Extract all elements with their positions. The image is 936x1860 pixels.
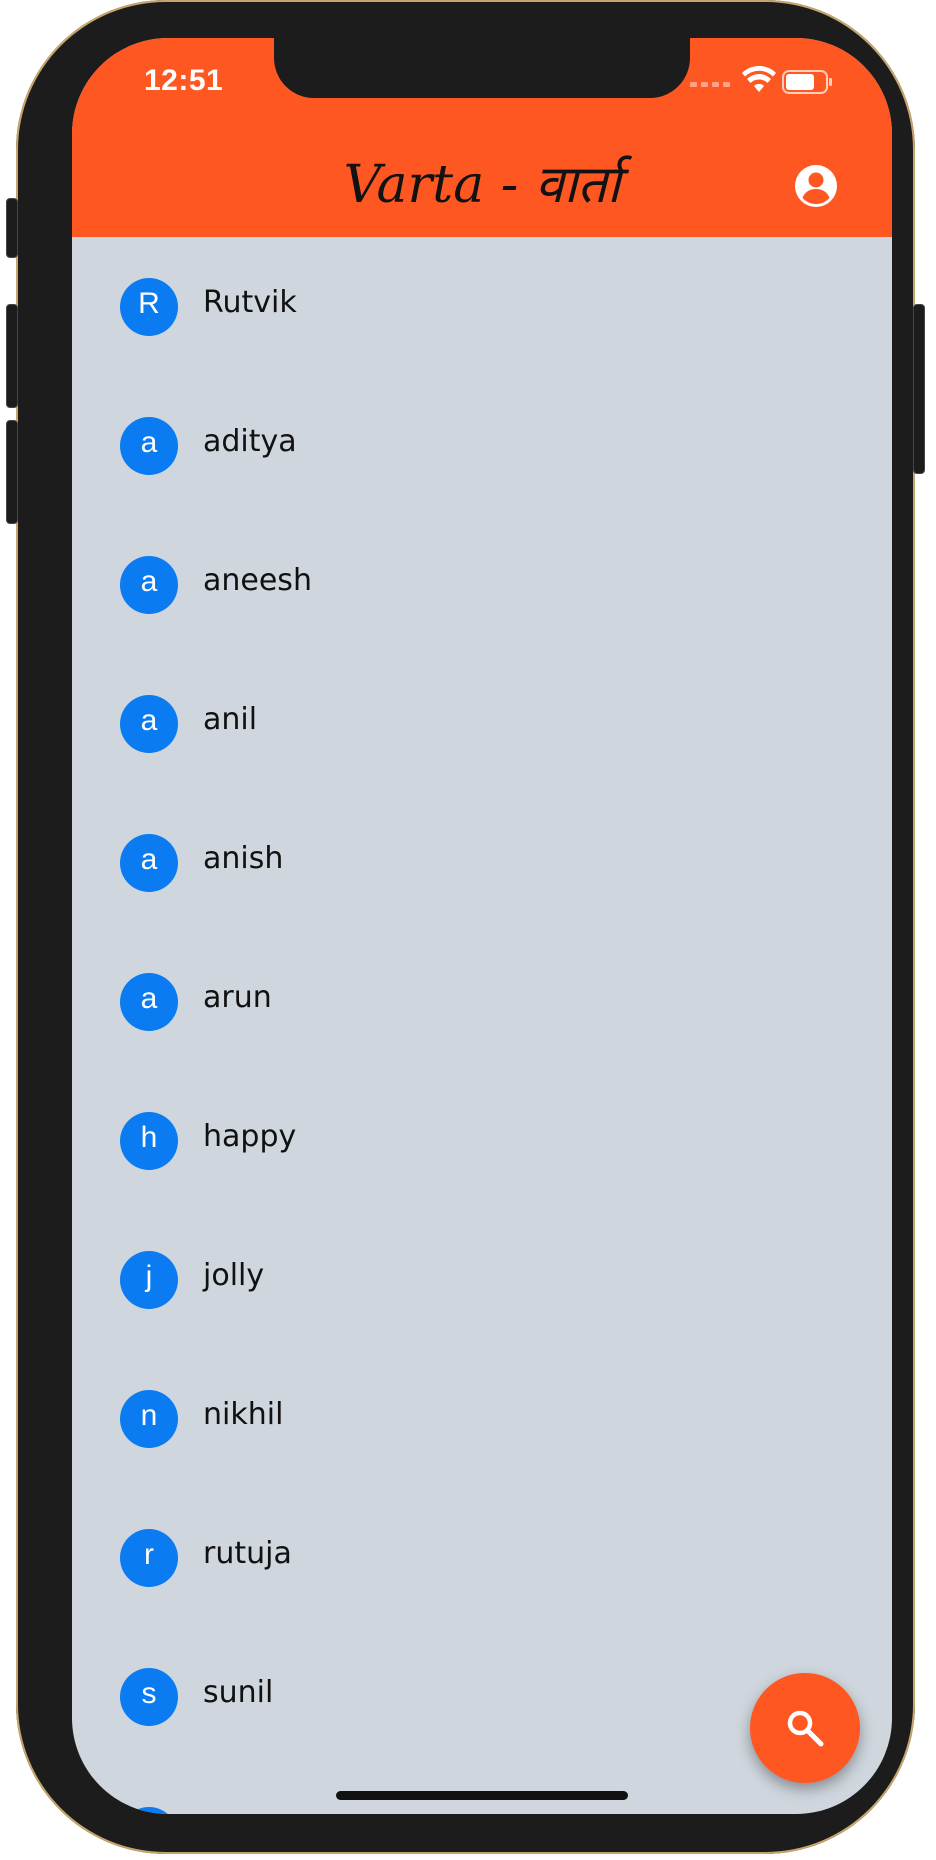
side-button-silent [6,198,18,258]
side-button-power [913,304,925,474]
avatar: R [120,278,178,336]
list-item-partial[interactable] [72,1766,892,1814]
contact-list: R Rutvik a aditya a aneesh a anil a anis… [72,237,892,1814]
avatar: r [120,1529,178,1587]
app-bar: 12:51 Varta - वार्ता [72,38,892,237]
app-title: Varta - वार्ता [343,155,621,215]
home-indicator[interactable] [336,1791,628,1800]
list-item[interactable]: a aneesh [72,515,892,654]
list-item[interactable]: R Rutvik [72,237,892,376]
account-circle-icon [795,165,837,207]
status-time: 12:51 [144,64,224,97]
contact-name: rutuja [203,1536,292,1571]
avatar: a [120,834,178,892]
list-item[interactable]: a arun [72,932,892,1071]
avatar [120,1807,178,1814]
contact-name: aneesh [203,563,312,598]
profile-button[interactable] [792,162,840,210]
wifi-icon [742,66,776,92]
avatar: a [120,417,178,475]
contact-name: sunil [203,1675,274,1710]
contact-name: nikhil [203,1397,284,1432]
avatar: a [120,695,178,753]
list-item[interactable]: n nikhil [72,1349,892,1488]
search-button[interactable] [750,1673,860,1783]
battery-icon [782,70,832,94]
side-button-volume-up [6,304,18,408]
contact-name: anil [203,702,258,737]
avatar: a [120,973,178,1031]
search-icon [787,1710,824,1747]
avatar: s [120,1668,178,1726]
avatar: j [120,1251,178,1309]
list-item[interactable]: j jolly [72,1210,892,1349]
contact-name: anish [203,841,284,876]
list-item[interactable]: h happy [72,1071,892,1210]
avatar: a [120,556,178,614]
app-screen: 12:51 Varta - वार्ता R Rutvik a aditya a… [72,38,892,1814]
contact-name: Rutvik [203,285,297,320]
contact-name: happy [203,1119,297,1154]
contact-name: jolly [203,1258,265,1293]
status-icons [690,66,850,98]
avatar: n [120,1390,178,1448]
phone-frame: 12:51 Varta - वार्ता R Rutvik a aditya a… [6,0,925,1854]
contact-name: aditya [203,424,297,459]
list-item[interactable]: a anil [72,654,892,793]
side-button-volume-down [6,420,18,524]
avatar: h [120,1112,178,1170]
list-item[interactable]: a aditya [72,376,892,515]
signal-icon [690,82,730,87]
contact-name: arun [203,980,272,1015]
device-notch [274,38,690,98]
list-item[interactable]: a anish [72,793,892,932]
list-item[interactable]: r rutuja [72,1488,892,1627]
